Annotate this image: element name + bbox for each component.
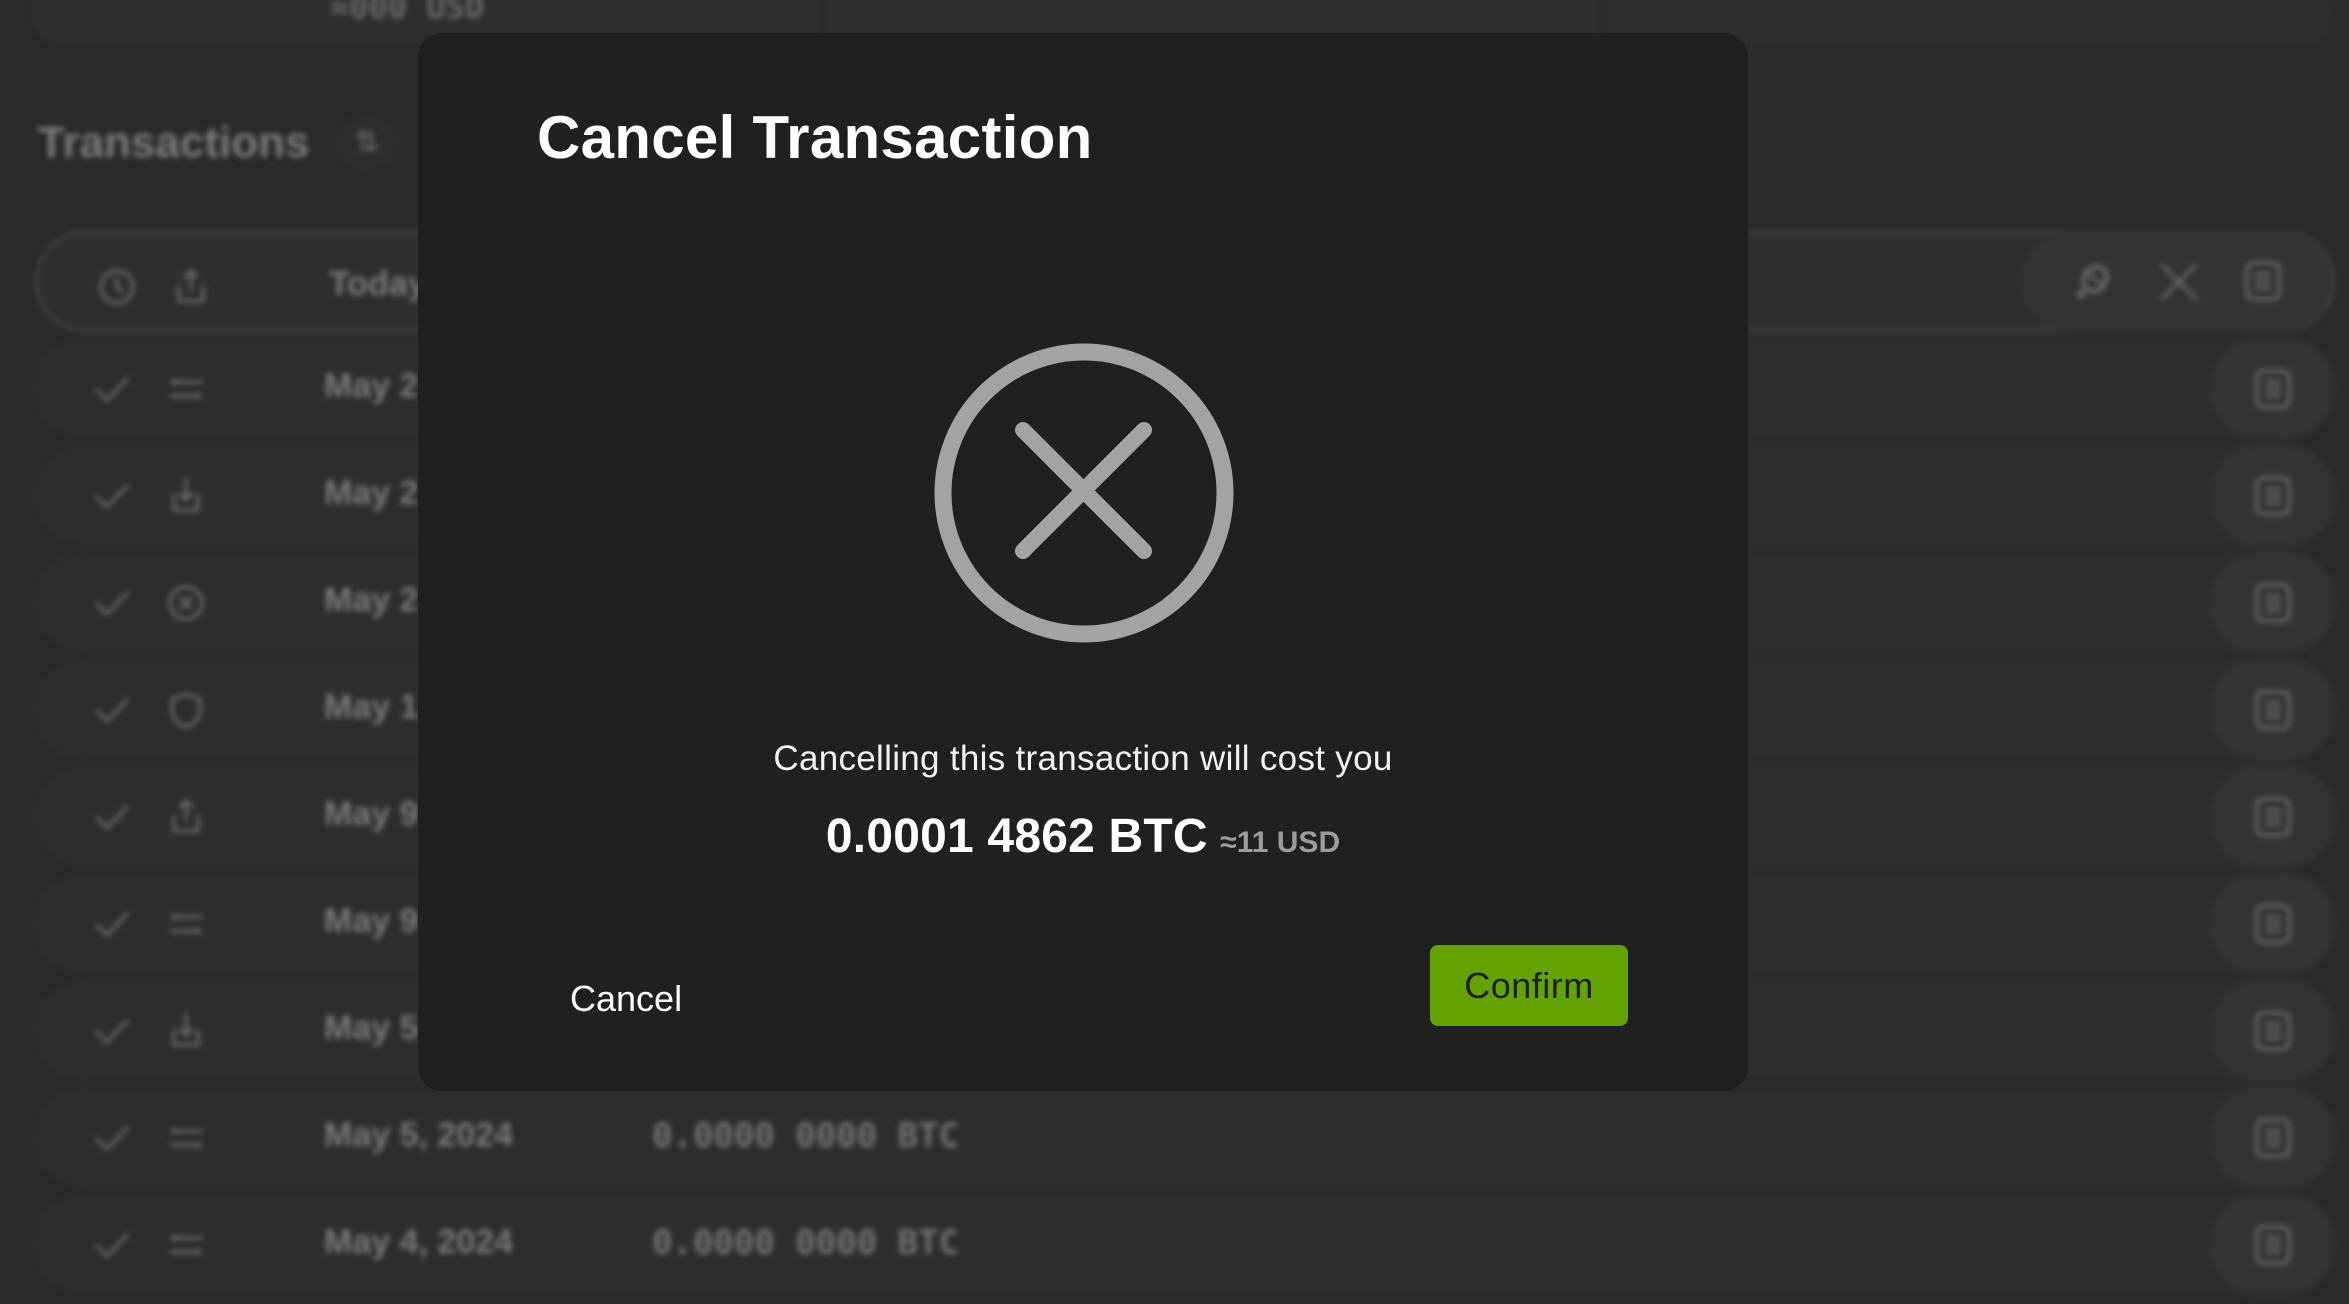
cost-amount-line: 0.0001 4862 BTC ≈11 USD	[418, 809, 1748, 864]
cost-amount-fiat: ≈11 USD	[1220, 826, 1341, 859]
cancel-circle-icon	[934, 343, 1234, 643]
confirm-button[interactable]: Confirm	[1430, 945, 1628, 1026]
cancel-transaction-dialog: Cancel Transaction Cancelling this trans…	[418, 33, 1748, 1091]
cost-message: Cancelling this transaction will cost yo…	[773, 739, 1393, 778]
cancel-button[interactable]: Cancel	[560, 959, 692, 1039]
cost-amount-btc: 0.0001 4862 BTC	[825, 810, 1208, 863]
dialog-title: Cancel Transaction	[537, 104, 1093, 171]
